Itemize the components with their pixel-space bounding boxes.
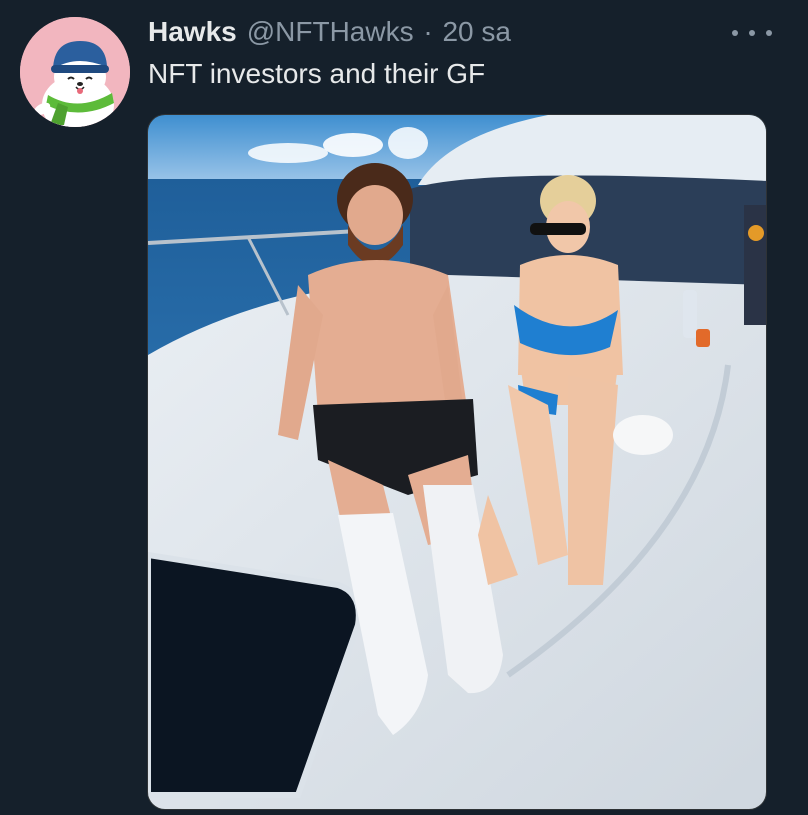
more-dot: [766, 30, 772, 36]
display-name[interactable]: Hawks: [148, 16, 237, 48]
more-dot: [732, 30, 738, 36]
user-handle[interactable]: @NFTHawks: [247, 16, 414, 47]
separator-dot: ·: [423, 16, 433, 47]
tweet-photo[interactable]: [147, 114, 767, 810]
tweet-text: NFT investors and their GF: [148, 58, 486, 89]
seal-avatar-icon: [20, 17, 130, 127]
timestamp[interactable]: 20 sa: [442, 16, 511, 47]
more-dot: [749, 30, 755, 36]
tweet-header: Hawks @NFTHawks · 20 sa: [148, 14, 511, 50]
yacht-photo-image: [148, 115, 766, 809]
tweet: Hawks @NFTHawks · 20 sa NFT investors an…: [0, 0, 808, 815]
profile-avatar[interactable]: [20, 17, 130, 127]
tweet-meta: @NFTHawks · 20 sa: [247, 16, 511, 48]
more-horizontal-icon[interactable]: [732, 22, 772, 44]
